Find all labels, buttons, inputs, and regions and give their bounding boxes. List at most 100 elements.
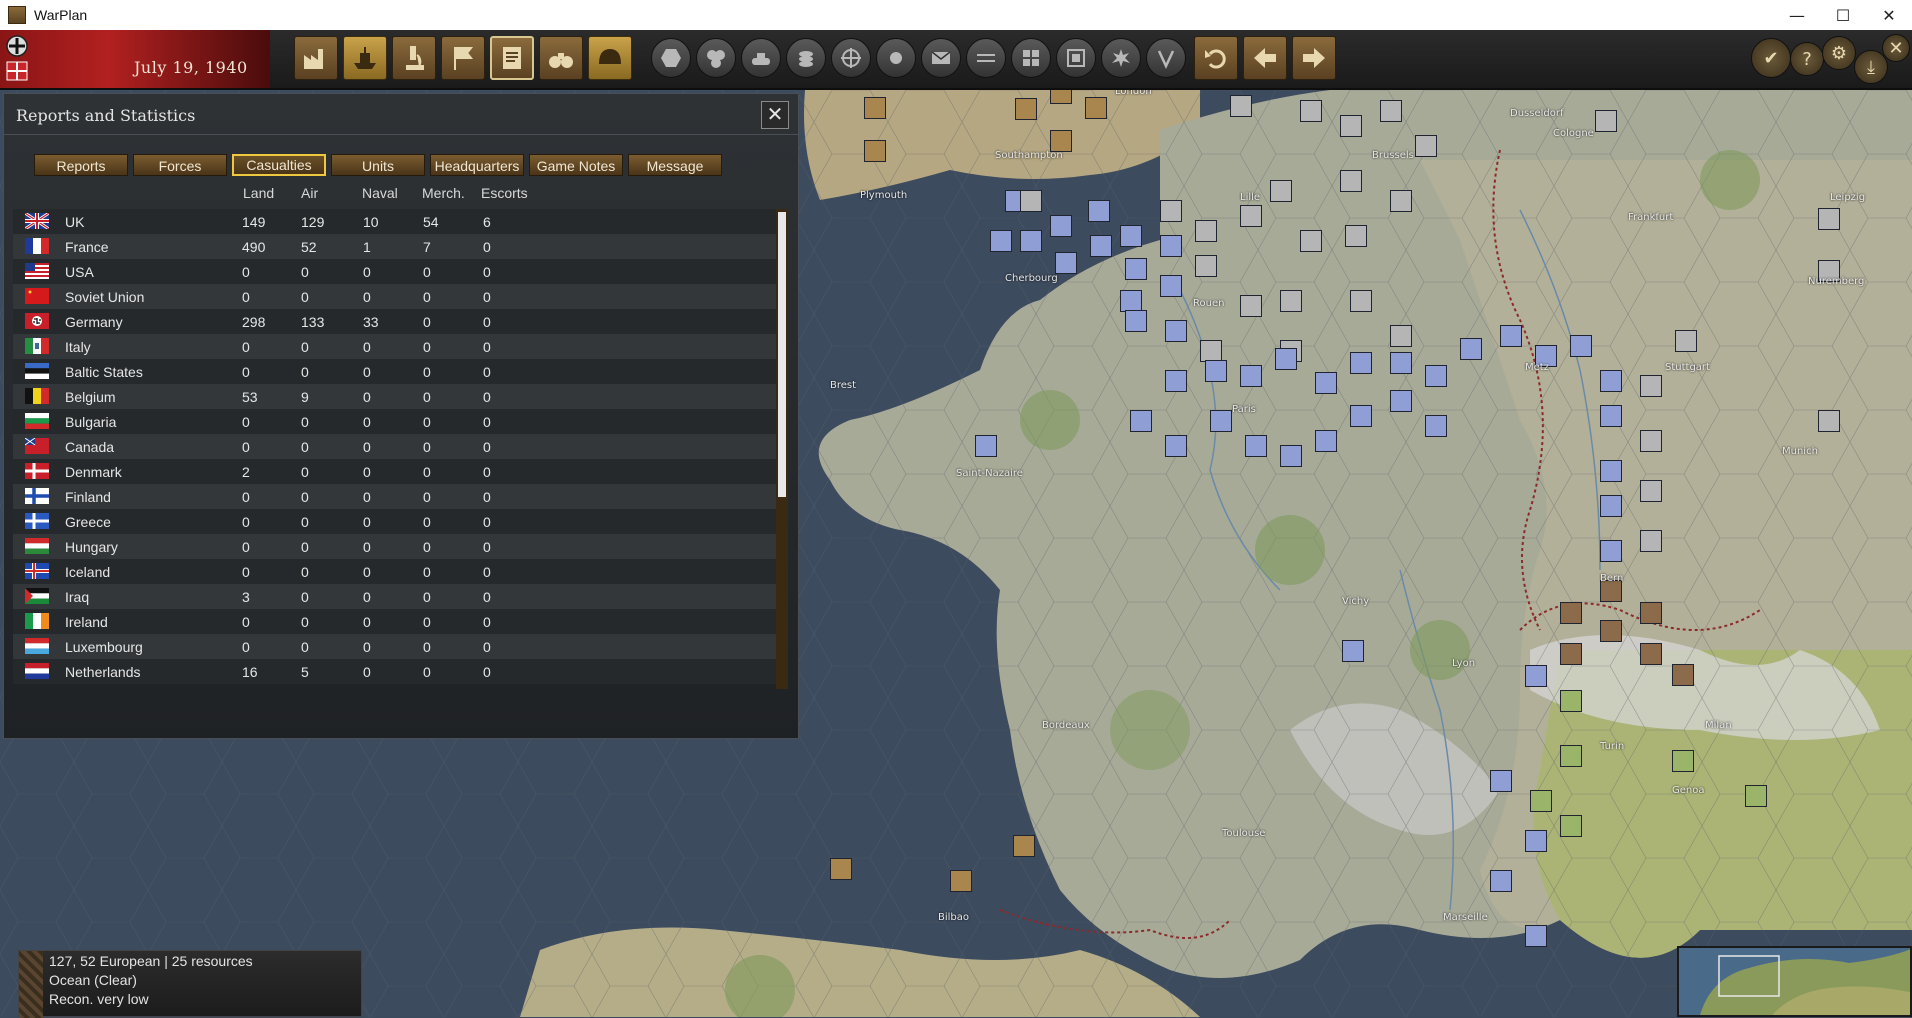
map-unit[interactable] — [1240, 365, 1262, 387]
map-unit[interactable] — [1640, 602, 1662, 624]
map-unit[interactable] — [1125, 258, 1147, 280]
map-unit[interactable] — [1600, 405, 1622, 427]
exit-button[interactable]: ✕ — [1882, 34, 1910, 62]
map-unit[interactable] — [1020, 190, 1042, 212]
map-unit[interactable] — [1205, 360, 1227, 382]
undo-button[interactable] — [1194, 36, 1238, 80]
grid-button[interactable] — [1011, 38, 1051, 78]
map-unit[interactable] — [1300, 230, 1322, 252]
weather-button[interactable] — [876, 38, 916, 78]
hex-filter-button[interactable] — [651, 38, 691, 78]
tab-units[interactable]: Units — [331, 154, 425, 176]
map-unit[interactable] — [830, 858, 852, 880]
supply-lines-button[interactable] — [966, 38, 1006, 78]
map-unit[interactable] — [1050, 215, 1072, 237]
tab-reports[interactable]: Reports — [34, 154, 128, 176]
map-unit[interactable] — [1415, 135, 1437, 157]
map-unit[interactable] — [1560, 643, 1582, 665]
map-unit[interactable] — [1595, 110, 1617, 132]
map-unit[interactable] — [1165, 435, 1187, 457]
scrollbar-thumb[interactable] — [778, 212, 786, 497]
map-unit[interactable] — [1340, 170, 1362, 192]
map-unit[interactable] — [1600, 620, 1622, 642]
map-unit[interactable] — [1570, 335, 1592, 357]
map-unit[interactable] — [1460, 338, 1482, 360]
map-unit[interactable] — [1015, 98, 1037, 120]
tab-message[interactable]: Message — [628, 154, 722, 176]
help-button[interactable]: ? — [1790, 42, 1824, 76]
map-unit[interactable] — [1525, 830, 1547, 852]
map-unit[interactable] — [1085, 97, 1107, 119]
map-unit[interactable] — [1745, 785, 1767, 807]
map-unit[interactable] — [1560, 602, 1582, 624]
map-unit[interactable] — [1600, 495, 1622, 517]
maximize-button[interactable]: ☐ — [1820, 0, 1866, 30]
map-unit[interactable] — [1390, 190, 1412, 212]
map-unit[interactable] — [1525, 665, 1547, 687]
hex-cluster-button[interactable] — [696, 38, 736, 78]
map-unit[interactable] — [1165, 320, 1187, 342]
map-unit[interactable] — [1600, 460, 1622, 482]
map-unit[interactable] — [1240, 295, 1262, 317]
map-unit[interactable] — [1350, 290, 1372, 312]
map-unit[interactable] — [1195, 255, 1217, 277]
diplomacy-button[interactable] — [441, 36, 485, 80]
map-unit[interactable] — [1560, 815, 1582, 837]
panel-close-button[interactable]: ✕ — [761, 101, 789, 129]
combat-button[interactable] — [1101, 38, 1141, 78]
map-unit[interactable] — [1640, 530, 1662, 552]
map-unit[interactable] — [1818, 208, 1840, 230]
map-unit[interactable] — [1130, 410, 1152, 432]
save-button[interactable]: ⤓ — [1854, 50, 1888, 84]
tab-game-notes[interactable]: Game Notes — [529, 154, 623, 176]
map-unit[interactable] — [1125, 310, 1147, 332]
tab-forces[interactable]: Forces — [133, 154, 227, 176]
map-unit[interactable] — [1088, 200, 1110, 222]
map-unit[interactable] — [1160, 200, 1182, 222]
map-unit[interactable] — [1195, 220, 1217, 242]
map-unit[interactable] — [1350, 352, 1372, 374]
map-unit[interactable] — [1500, 325, 1522, 347]
map-unit[interactable] — [1640, 375, 1662, 397]
research-button[interactable] — [392, 36, 436, 80]
reports-button[interactable] — [490, 36, 534, 80]
map-unit[interactable] — [1245, 435, 1267, 457]
map-unit[interactable] — [1340, 115, 1362, 137]
map-unit[interactable] — [1055, 252, 1077, 274]
minimap[interactable] — [1677, 946, 1912, 1017]
map-unit[interactable] — [1342, 640, 1364, 662]
map-unit[interactable] — [1640, 643, 1662, 665]
map-unit[interactable] — [1280, 445, 1302, 467]
previous-unit-button[interactable] — [1243, 36, 1287, 80]
map-unit[interactable] — [1672, 750, 1694, 772]
map-unit[interactable] — [1530, 790, 1552, 812]
minimize-button[interactable]: — — [1774, 0, 1820, 30]
messages-button[interactable] — [921, 38, 961, 78]
map-unit[interactable] — [1280, 290, 1302, 312]
map-unit[interactable] — [990, 230, 1012, 252]
map-unit[interactable] — [1160, 235, 1182, 257]
map-unit[interactable] — [1230, 95, 1252, 117]
target-button[interactable] — [831, 38, 871, 78]
naval-button[interactable] — [343, 36, 387, 80]
map-unit[interactable] — [1200, 340, 1222, 362]
army-button[interactable] — [588, 36, 632, 80]
map-unit[interactable] — [975, 435, 997, 457]
map-unit[interactable] — [1425, 415, 1447, 437]
map-unit[interactable] — [1600, 540, 1622, 562]
map-unit[interactable] — [1390, 390, 1412, 412]
map-unit[interactable] — [1600, 370, 1622, 392]
next-unit-button[interactable] — [1292, 36, 1336, 80]
tank-filter-button[interactable] — [741, 38, 781, 78]
map-unit[interactable] — [1640, 480, 1662, 502]
map-unit[interactable] — [864, 140, 886, 162]
map-unit[interactable] — [950, 870, 972, 892]
map-unit[interactable] — [1525, 925, 1547, 947]
map-unit[interactable] — [1425, 365, 1447, 387]
map-unit[interactable] — [1818, 410, 1840, 432]
map-unit[interactable] — [1050, 90, 1072, 104]
map-unit[interactable] — [1390, 325, 1412, 347]
tab-headquarters[interactable]: Headquarters — [430, 154, 524, 176]
production-button[interactable] — [294, 36, 338, 80]
map-unit[interactable] — [1490, 870, 1512, 892]
